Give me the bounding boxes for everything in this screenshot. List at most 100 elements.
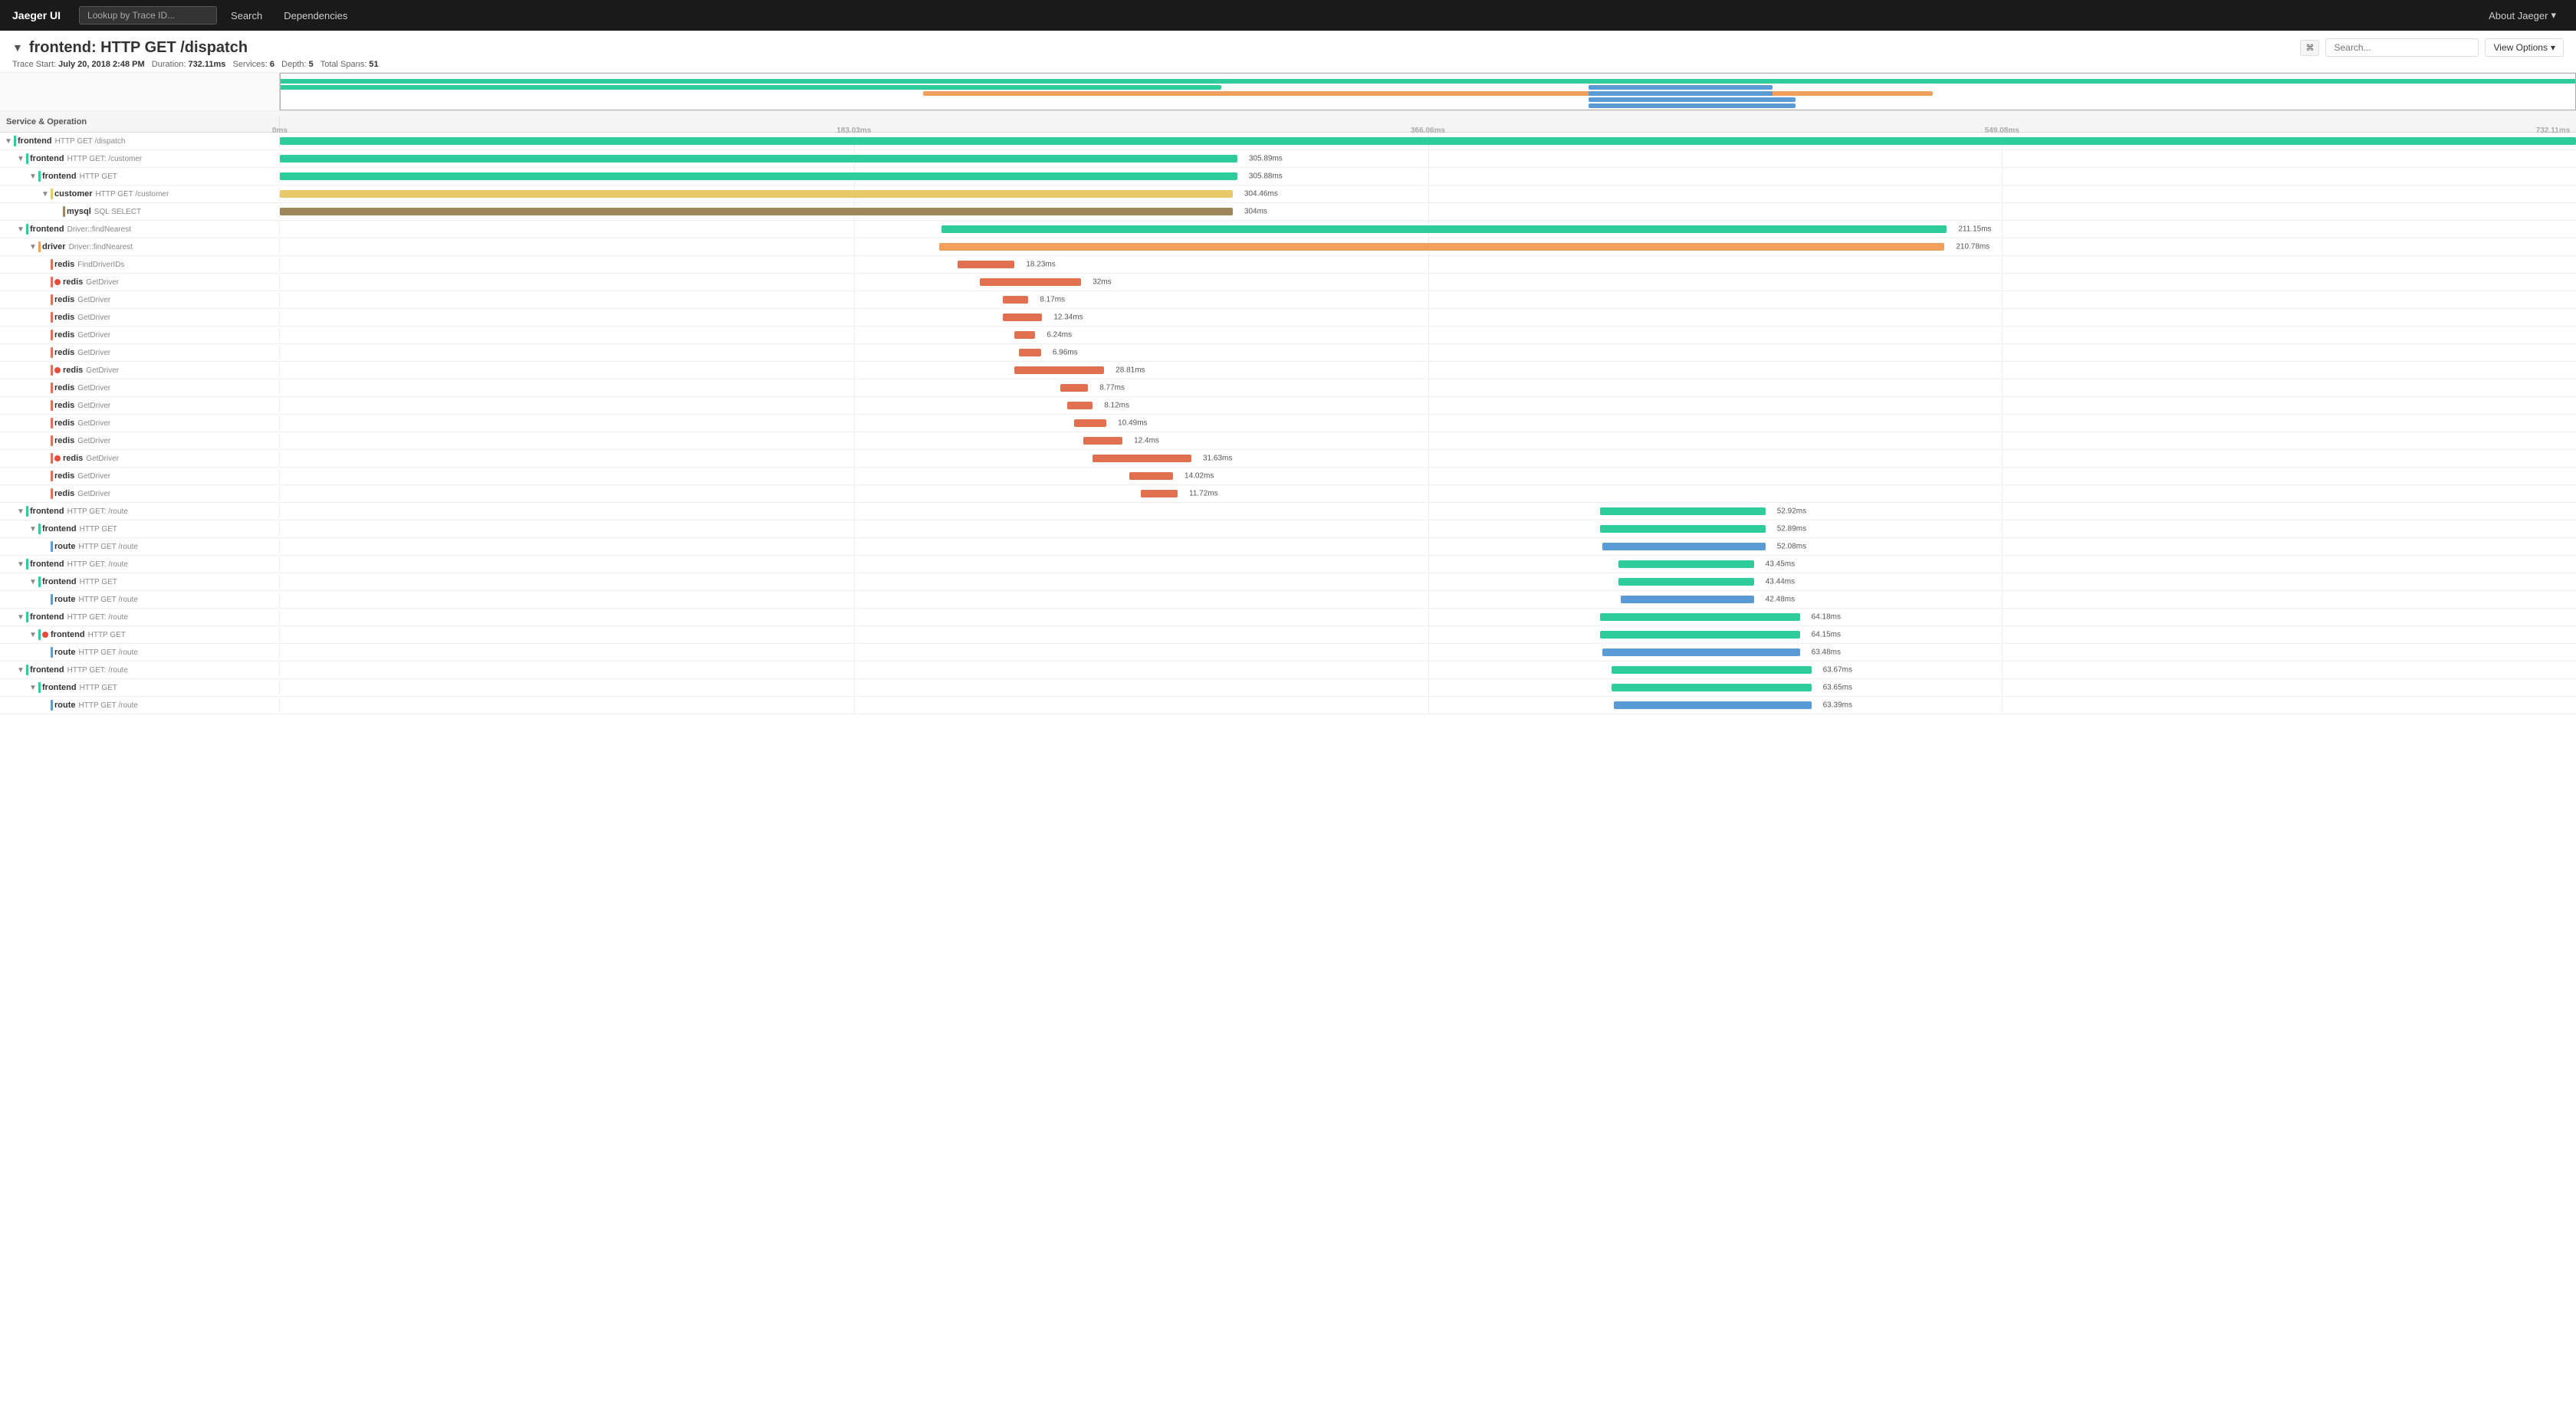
timeline-tick-line bbox=[2002, 626, 2003, 643]
timeline-tick-line bbox=[854, 415, 855, 432]
span-chevron[interactable]: ▼ bbox=[40, 189, 51, 199]
span-row[interactable]: redisGetDriver11.72ms bbox=[0, 485, 2576, 503]
span-row[interactable]: ▼frontendDriver::findNearest211.15ms bbox=[0, 221, 2576, 238]
span-row[interactable]: ▼frontendHTTP GET305.88ms bbox=[0, 168, 2576, 186]
span-row[interactable]: redisGetDriver8.17ms bbox=[0, 291, 2576, 309]
span-label-col: routeHTTP GET /route bbox=[0, 645, 280, 659]
span-bar bbox=[1003, 314, 1042, 321]
span-service-indicator bbox=[51, 277, 53, 287]
span-chevron[interactable]: ▼ bbox=[15, 665, 26, 675]
span-row[interactable]: routeHTTP GET /route63.39ms bbox=[0, 697, 2576, 714]
timeline-tick-line bbox=[854, 626, 855, 643]
timeline-tick-line bbox=[1428, 397, 1429, 414]
span-row[interactable]: ▼frontendHTTP GET: /route63.67ms bbox=[0, 662, 2576, 679]
span-row[interactable]: ▼customerHTTP GET /customer304.46ms bbox=[0, 186, 2576, 203]
span-row[interactable]: ▼frontendHTTP GET: /route52.92ms bbox=[0, 503, 2576, 520]
span-service-name: frontend bbox=[30, 560, 64, 569]
timeline-tick-line bbox=[2002, 520, 2003, 537]
span-chevron[interactable]: ▼ bbox=[15, 506, 26, 517]
span-row[interactable]: mysqlSQL SELECT304ms bbox=[0, 203, 2576, 221]
span-row[interactable]: ▼frontendHTTP GET64.15ms bbox=[0, 626, 2576, 644]
span-row[interactable]: redisGetDriver31.63ms bbox=[0, 450, 2576, 468]
span-time-label: 304ms bbox=[1244, 208, 1267, 216]
cmd-icon[interactable]: ⌘ bbox=[2300, 40, 2319, 56]
span-row[interactable]: redisGetDriver10.49ms bbox=[0, 415, 2576, 432]
span-row[interactable]: routeHTTP GET /route42.48ms bbox=[0, 591, 2576, 609]
search-nav-button[interactable]: Search bbox=[223, 5, 270, 26]
timeline-tick-line bbox=[1428, 327, 1429, 343]
span-bar-col: 8.12ms bbox=[280, 397, 2576, 414]
span-row[interactable]: redisGetDriver14.02ms bbox=[0, 468, 2576, 485]
span-chevron[interactable]: ▼ bbox=[28, 241, 38, 252]
span-service-indicator bbox=[26, 665, 28, 675]
trace-collapse-chevron[interactable]: ▼ bbox=[12, 41, 23, 54]
span-chevron[interactable]: ▼ bbox=[28, 524, 38, 534]
span-chevron[interactable]: ▼ bbox=[28, 682, 38, 693]
span-bar-col: 32ms bbox=[280, 274, 2576, 291]
span-bar bbox=[280, 190, 1233, 198]
span-chevron[interactable]: ▼ bbox=[15, 153, 26, 164]
span-chevron[interactable]: ▼ bbox=[3, 136, 14, 146]
span-chevron bbox=[40, 435, 51, 446]
span-bar bbox=[280, 208, 1233, 215]
timeline-tick-line bbox=[2002, 415, 2003, 432]
span-bar-col: 52.89ms bbox=[280, 520, 2576, 537]
span-operation: GetDriver bbox=[77, 314, 110, 322]
span-label-col: ▼frontendHTTP GET: /route bbox=[0, 610, 280, 624]
dependencies-button[interactable]: Dependencies bbox=[276, 5, 355, 26]
span-service-indicator bbox=[26, 559, 28, 570]
timeline-tick-line bbox=[854, 291, 855, 308]
span-row[interactable]: ▼frontendHTTP GET: /customer305.89ms bbox=[0, 150, 2576, 168]
span-label-col: redisGetDriver bbox=[0, 416, 280, 430]
timeline-tick-line bbox=[2002, 291, 2003, 308]
timeline-tick-line bbox=[1428, 609, 1429, 625]
about-button[interactable]: About Jaeger ▾ bbox=[2481, 5, 2564, 26]
timeline-tick-line bbox=[854, 327, 855, 343]
span-row[interactable]: redisGetDriver 6.96ms bbox=[0, 344, 2576, 362]
span-time-label: 6.96ms bbox=[1053, 349, 1078, 357]
span-operation: HTTP GET: /route bbox=[67, 613, 128, 622]
span-operation: GetDriver bbox=[77, 437, 110, 445]
minimap-canvas[interactable] bbox=[280, 73, 2576, 110]
span-bar-col: 6.96ms bbox=[280, 344, 2576, 361]
span-row[interactable]: ▼frontendHTTP GET /dispatch bbox=[0, 133, 2576, 150]
span-label-col: ▼frontendHTTP GET /dispatch bbox=[0, 134, 280, 148]
span-row[interactable]: redisGetDriver12.34ms bbox=[0, 309, 2576, 327]
view-options-button[interactable]: View Options ▾ bbox=[2485, 38, 2564, 57]
trace-search-input[interactable] bbox=[2325, 38, 2479, 57]
span-label-col: redisGetDriver bbox=[0, 346, 280, 360]
span-row[interactable]: redisGetDriver32ms bbox=[0, 274, 2576, 291]
span-row[interactable]: ▼frontendHTTP GET: /route64.18ms bbox=[0, 609, 2576, 626]
span-row[interactable]: redisFindDriverIDs18.23ms bbox=[0, 256, 2576, 274]
span-chevron[interactable]: ▼ bbox=[28, 171, 38, 182]
span-chevron[interactable]: ▼ bbox=[15, 612, 26, 622]
span-row[interactable]: ▼frontendHTTP GET52.89ms bbox=[0, 520, 2576, 538]
lookup-input[interactable] bbox=[79, 6, 217, 25]
span-row[interactable]: ▼driverDriver::findNearest210.78ms bbox=[0, 238, 2576, 256]
span-row[interactable]: routeHTTP GET /route63.48ms bbox=[0, 644, 2576, 662]
span-row[interactable]: ▼frontendHTTP GET: /route43.45ms bbox=[0, 556, 2576, 573]
timeline-tick-line bbox=[1428, 432, 1429, 449]
span-service-indicator bbox=[51, 471, 53, 481]
timeline-tick-line bbox=[1428, 697, 1429, 714]
span-bar bbox=[1600, 613, 1800, 621]
timeline-tick-line bbox=[2002, 274, 2003, 291]
span-chevron bbox=[40, 594, 51, 605]
span-chevron[interactable]: ▼ bbox=[15, 224, 26, 235]
span-row[interactable]: routeHTTP GET /route52.08ms bbox=[0, 538, 2576, 556]
span-chevron[interactable]: ▼ bbox=[28, 576, 38, 587]
span-service-name: redis bbox=[54, 401, 74, 410]
span-row[interactable]: redisGetDriver8.77ms bbox=[0, 379, 2576, 397]
span-row[interactable]: redisGetDriver8.12ms bbox=[0, 397, 2576, 415]
span-chevron[interactable]: ▼ bbox=[15, 559, 26, 570]
span-row[interactable]: redisGetDriver28.81ms bbox=[0, 362, 2576, 379]
span-chevron[interactable]: ▼ bbox=[28, 629, 38, 640]
span-row[interactable]: redisGetDriver6.24ms bbox=[0, 327, 2576, 344]
span-time-label: 12.34ms bbox=[1053, 314, 1083, 322]
span-row[interactable]: ▼frontendHTTP GET43.44ms bbox=[0, 573, 2576, 591]
span-row[interactable]: redisGetDriver12.4ms bbox=[0, 432, 2576, 450]
timeline-tick-line bbox=[1428, 626, 1429, 643]
span-bar bbox=[280, 137, 2576, 145]
span-chevron bbox=[40, 418, 51, 428]
span-row[interactable]: ▼frontendHTTP GET63.65ms bbox=[0, 679, 2576, 697]
